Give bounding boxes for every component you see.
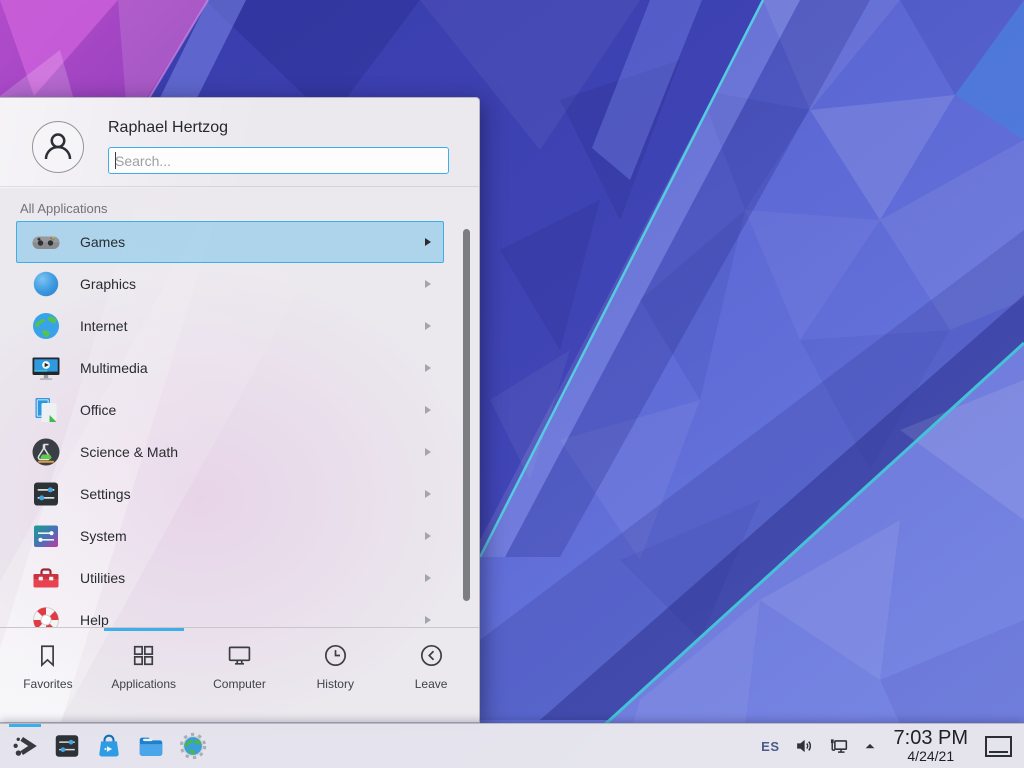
tab-label: Favorites: [23, 677, 72, 691]
tab-computer[interactable]: Computer: [192, 628, 288, 723]
category-label: Settings: [80, 486, 131, 502]
chevron-right-icon: [425, 574, 431, 582]
applications-icon: [130, 642, 157, 669]
office-icon: [30, 394, 62, 426]
category-item-utilities[interactable]: Utilities: [16, 557, 444, 599]
chevron-right-icon: [425, 616, 431, 624]
category-label: Internet: [80, 318, 127, 334]
chevron-right-icon: [425, 238, 431, 246]
text-caret: [115, 152, 116, 169]
taskbar-discover[interactable]: [88, 724, 130, 768]
browser-icon: [178, 731, 208, 761]
user-avatar-icon: [33, 122, 83, 172]
chevron-right-icon: [425, 406, 431, 414]
graphics-icon: [30, 268, 62, 300]
search-input[interactable]: [108, 147, 449, 174]
tab-favorites[interactable]: Favorites: [0, 628, 96, 723]
category-item-multimedia[interactable]: Multimedia: [16, 347, 444, 389]
user-avatar[interactable]: [32, 121, 84, 173]
system-tray: ES 7:03 PM 4/24/21: [761, 728, 1024, 763]
category-label: Office: [80, 402, 116, 418]
app-category-list: Games Graphics Internet Multimedia Office Sci…: [0, 221, 479, 627]
category-label: Help: [80, 612, 109, 627]
category-item-settings[interactable]: Settings: [16, 473, 444, 515]
digital-clock[interactable]: 7:03 PM 4/24/21: [894, 728, 968, 763]
discover-icon: [94, 731, 124, 761]
chevron-right-icon: [425, 322, 431, 330]
category-label: Utilities: [80, 570, 125, 586]
tab-leave[interactable]: Leave: [383, 628, 479, 723]
favorites-icon: [34, 642, 61, 669]
games-icon: [30, 226, 62, 258]
dolphin-icon: [136, 731, 166, 761]
category-item-graphics[interactable]: Graphics: [16, 263, 444, 305]
tab-label: Leave: [415, 677, 448, 691]
taskbar-launchers: [0, 724, 214, 768]
system-icon: [30, 520, 62, 552]
search-field-wrap: [108, 147, 449, 174]
tab-history[interactable]: History: [287, 628, 383, 723]
computer-icon: [226, 642, 253, 669]
user-name: Raphael Hertzog: [108, 119, 228, 137]
taskbar-application-launcher[interactable]: [4, 724, 46, 768]
section-label: All Applications: [20, 201, 107, 216]
chevron-right-icon: [425, 532, 431, 540]
chevron-right-icon: [425, 448, 431, 456]
category-label: Science & Math: [80, 444, 178, 460]
category-item-science-math[interactable]: Science & Math: [16, 431, 444, 473]
category-item-system[interactable]: System: [16, 515, 444, 557]
desktop: Raphael Hertzog All Applications Games Gr…: [0, 0, 1024, 768]
network-icon[interactable]: [828, 735, 850, 757]
category-item-games[interactable]: Games: [16, 221, 444, 263]
internet-icon: [30, 310, 62, 342]
category-item-help[interactable]: Help: [16, 599, 444, 627]
utilities-icon: [30, 562, 62, 594]
header-divider: [0, 186, 479, 187]
taskbar-web-browser[interactable]: [172, 724, 214, 768]
kickoff-icon: [10, 731, 40, 761]
category-item-internet[interactable]: Internet: [16, 305, 444, 347]
settings-icon: [30, 478, 62, 510]
tab-label: Applications: [111, 677, 176, 691]
taskbar-file-manager[interactable]: [130, 724, 172, 768]
category-label: Graphics: [80, 276, 136, 292]
chevron-right-icon: [425, 280, 431, 288]
scrollbar[interactable]: [463, 229, 470, 601]
tab-applications[interactable]: Applications: [96, 628, 192, 723]
multimedia-icon: [30, 352, 62, 384]
science-icon: [30, 436, 62, 468]
settings-icon: [52, 731, 82, 761]
clock-date: 4/24/21: [894, 749, 968, 764]
help-icon: [30, 604, 62, 627]
chevron-right-icon: [425, 364, 431, 372]
tab-label: Computer: [213, 677, 266, 691]
category-label: Games: [80, 234, 125, 250]
taskbar: ES 7:03 PM 4/24/21: [0, 723, 1024, 768]
keyboard-layout-indicator[interactable]: ES: [761, 739, 779, 754]
volume-icon[interactable]: [793, 735, 815, 757]
category-label: Multimedia: [80, 360, 148, 376]
leave-icon: [418, 642, 445, 669]
chevron-right-icon: [425, 490, 431, 498]
clock-time: 7:03 PM: [894, 728, 968, 749]
tray-expander-icon[interactable]: [863, 739, 877, 753]
category-item-office[interactable]: Office: [16, 389, 444, 431]
show-desktop-widget[interactable]: [985, 736, 1012, 757]
taskbar-system-settings[interactable]: [46, 724, 88, 768]
tab-label: History: [317, 677, 354, 691]
history-icon: [322, 642, 349, 669]
application-launcher-menu: Raphael Hertzog All Applications Games Gr…: [0, 97, 480, 723]
category-label: System: [80, 528, 127, 544]
show-desktop-inner-line: [989, 751, 1008, 753]
launcher-tabbar: Favorites Applications Computer History Leav…: [0, 628, 479, 723]
